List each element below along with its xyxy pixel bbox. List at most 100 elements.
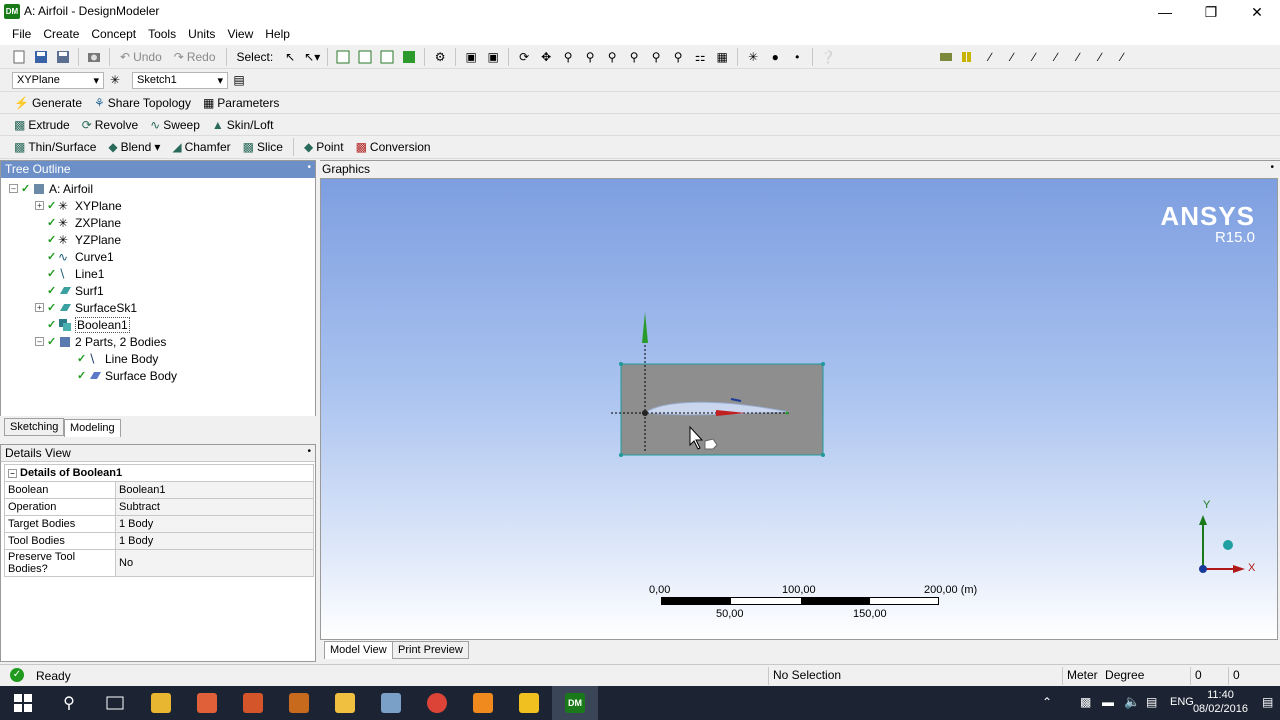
minimize-button[interactable]: — [1142, 0, 1188, 24]
tree-item-surf1[interactable]: ✓ Surf1 [47, 282, 104, 299]
skin-loft-button[interactable]: ▲ Skin/Loft [206, 115, 280, 135]
parameters-button[interactable]: ▦ Parameters [197, 93, 285, 113]
zoom-box-icon[interactable]: ⚲ [624, 48, 644, 66]
select-body-icon[interactable] [399, 48, 419, 66]
select-face-icon[interactable] [377, 48, 397, 66]
detail-value[interactable]: 1 Body [115, 532, 314, 550]
pin-icon[interactable]: • [307, 446, 311, 457]
table-row[interactable]: Target Bodies 1 Body [4, 515, 314, 533]
select-point-icon[interactable]: ↖ [280, 48, 300, 66]
expand-icon[interactable]: + [35, 303, 44, 312]
select-vertex-icon[interactable] [333, 48, 353, 66]
table-row[interactable]: Preserve Tool Bodies? No [4, 549, 314, 577]
plane-select[interactable]: XYPlane ▾ [12, 71, 104, 89]
detail-value[interactable]: Subtract [115, 498, 314, 516]
pin-icon[interactable]: • [307, 162, 311, 173]
tab-model-view[interactable]: Model View [324, 641, 393, 659]
close-button[interactable]: ✕ [1234, 0, 1280, 24]
box-select-icon[interactable]: ▣ [461, 48, 481, 66]
app-tools-icon[interactable] [276, 686, 322, 720]
collapse-icon[interactable]: – [8, 469, 17, 478]
display-edges-icon[interactable] [936, 48, 956, 66]
slice-button[interactable]: ▩ Slice [237, 137, 289, 157]
edge-tool-6-icon[interactable]: ∕ [1090, 48, 1110, 66]
extend-selection-icon[interactable]: ⚙ [430, 48, 450, 66]
edge-tool-5-icon[interactable]: ∕ [1068, 48, 1088, 66]
tree-item-surfacesk1[interactable]: + ✓ SurfaceSk1 [35, 299, 137, 316]
tab-sketching[interactable]: Sketching [4, 418, 65, 436]
save-icon[interactable] [31, 48, 51, 66]
volume-icon[interactable]: 🔈 [1124, 694, 1140, 710]
sweep-button[interactable]: ∿ Sweep [144, 115, 206, 135]
notification-icon[interactable]: ▤ [1262, 695, 1273, 709]
pin-icon[interactable]: • [1270, 162, 1274, 173]
menu-tools[interactable]: Tools [142, 24, 182, 45]
select-edge-icon[interactable] [355, 48, 375, 66]
table-row[interactable]: Boolean Boolean1 [4, 481, 314, 499]
display-model-icon[interactable]: ● [765, 48, 785, 66]
menu-create[interactable]: Create [37, 24, 85, 45]
tree-item-boolean1[interactable]: ✓ Boolean1 [47, 316, 130, 333]
file-explorer-icon[interactable] [138, 686, 184, 720]
edge-tool-7-icon[interactable]: ∕ [1112, 48, 1132, 66]
maximize-button[interactable]: ❐ [1188, 0, 1234, 24]
zoom-prev-icon[interactable]: ⚲ [668, 48, 688, 66]
new-sketch-icon[interactable]: ▤ [229, 71, 249, 89]
point-button[interactable]: ◆ Point [298, 137, 350, 157]
app-orange-icon[interactable] [184, 686, 230, 720]
edge-tool-3-icon[interactable]: ∕ [1024, 48, 1044, 66]
help-icon[interactable]: ❔ [818, 48, 838, 66]
tree-item-yzplane[interactable]: ✓ ✳ YZPlane [47, 231, 121, 248]
rotate-icon[interactable]: ⟳ [514, 48, 534, 66]
tree-item-root[interactable]: – ✓ A: Airfoil [9, 180, 93, 197]
tree-item-zxplane[interactable]: ✓ ✳ ZXPlane [47, 214, 121, 231]
app-g-icon[interactable] [460, 686, 506, 720]
tree-item-parts[interactable]: – ✓ 2 Parts, 2 Bodies [35, 333, 166, 350]
language-indicator[interactable]: ENG [1170, 696, 1194, 708]
menu-units[interactable]: Units [182, 24, 221, 45]
edge-tool-2-icon[interactable]: ∕ [1002, 48, 1022, 66]
ansys-workbench-icon[interactable] [506, 686, 552, 720]
box-select-2-icon[interactable]: ▣ [483, 48, 503, 66]
menu-help[interactable]: Help [259, 24, 296, 45]
thin-surface-button[interactable]: ▩ Thin/Surface [8, 137, 102, 157]
select-mode-icon[interactable]: ↖▾ [302, 48, 322, 66]
share-topology-button[interactable]: ⚘ Share Topology [88, 93, 197, 113]
tree-item-line-body[interactable]: ✓ ∖ Line Body [77, 350, 158, 367]
matlab-icon[interactable] [230, 686, 276, 720]
chamfer-button[interactable]: ◢ Chamfer [166, 137, 236, 157]
clock[interactable]: 11:40 08/02/2016 [1193, 688, 1248, 716]
new-icon[interactable] [9, 48, 29, 66]
tree-item-surface-body[interactable]: ✓ Surface Body [77, 367, 177, 384]
pan-icon[interactable]: ✥ [536, 48, 556, 66]
start-button[interactable] [0, 686, 46, 720]
detail-value[interactable]: No [115, 549, 314, 577]
edge-tool-4-icon[interactable]: ∕ [1046, 48, 1066, 66]
redo-button[interactable]: ↷ Redo [168, 47, 222, 67]
app-document-icon[interactable] [322, 686, 368, 720]
tree-item-line1[interactable]: ✓ ∖ Line1 [47, 265, 104, 282]
zoom-in-icon[interactable]: ⚲ [580, 48, 600, 66]
edge-coloring-icon[interactable] [958, 48, 978, 66]
save-as-icon[interactable] [53, 48, 73, 66]
look-at-icon[interactable]: ▦ [712, 48, 732, 66]
sketch-select[interactable]: Sketch1 ▾ [132, 71, 228, 89]
triad-icon[interactable]: ✳ [743, 48, 763, 66]
menu-view[interactable]: View [221, 24, 259, 45]
extrude-button[interactable]: ▩ Extrude [8, 115, 76, 135]
menu-concept[interactable]: Concept [85, 24, 142, 45]
tab-modeling[interactable]: Modeling [64, 419, 121, 437]
blend-button[interactable]: ◆ Blend ▾ [102, 137, 166, 157]
detail-value[interactable]: 1 Body [115, 515, 314, 533]
zoom-fit-icon[interactable]: ⚲ [646, 48, 666, 66]
display-point-icon[interactable]: • [787, 48, 807, 66]
screenshot-icon[interactable] [84, 48, 104, 66]
generate-button[interactable]: ⚡ Generate [8, 93, 88, 113]
zoom-out-icon[interactable]: ⚲ [602, 48, 622, 66]
battery-icon[interactable]: ▬ [1102, 695, 1114, 709]
collapse-icon[interactable]: – [35, 337, 44, 346]
expand-icon[interactable]: + [35, 201, 44, 210]
search-icon[interactable]: ⚲ [46, 686, 92, 720]
graphics-viewport[interactable]: ANSYS R15.0 0,00 100,00 200,00 (m) 50,00… [320, 178, 1278, 640]
app-calc-icon[interactable] [368, 686, 414, 720]
